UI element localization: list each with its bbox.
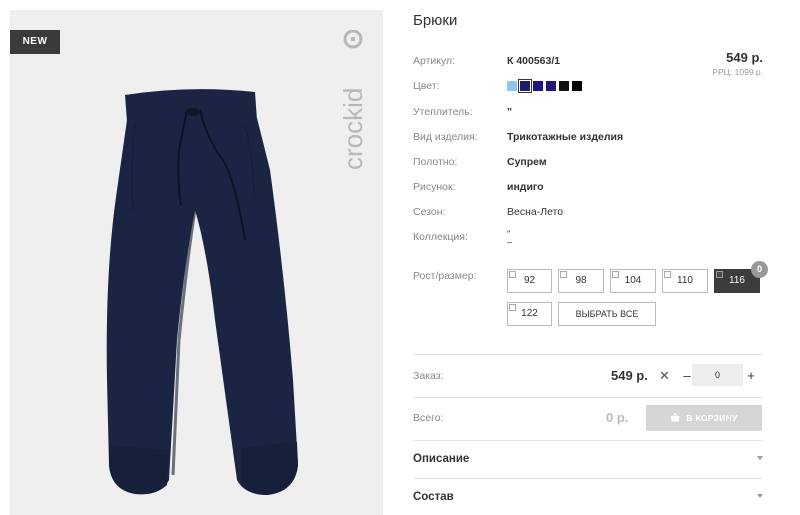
collection-value-line2: – (507, 237, 513, 247)
size-option-92[interactable]: 92 (507, 269, 552, 293)
pattern-value: индиго (507, 181, 544, 193)
size-checkbox-icon (664, 271, 671, 278)
multiply-icon: ✕ (659, 368, 670, 383)
collection-label: Коллекция: (413, 231, 468, 243)
color-swatch-6[interactable] (572, 81, 582, 91)
size-checkbox-icon (560, 271, 567, 278)
new-badge: NEW (10, 30, 60, 54)
season-value: Весна-Лето (507, 206, 564, 218)
size-option-110[interactable]: 110 (662, 269, 708, 293)
color-swatch-4[interactable] (546, 81, 556, 91)
size-checkbox-icon (509, 271, 516, 278)
size-count-badge: 0 (751, 261, 768, 278)
product-photo (106, 89, 298, 495)
quantity-increase-button[interactable]: + (745, 368, 757, 383)
add-to-cart-button[interactable]: В КОРЗИНУ (646, 405, 762, 431)
product-price: 549 р. (726, 50, 763, 65)
order-unit-price: 549 р. (611, 368, 648, 383)
color-swatch-5[interactable] (559, 81, 569, 91)
product-info: Брюки Артикул: К 400563/1 549 р. РРЦ: 10… (413, 0, 768, 515)
item-type-value: Трикотажные изделия (507, 131, 624, 143)
divider (413, 440, 763, 441)
accordion-composition-label: Состав (413, 491, 454, 503)
chevron-down-icon (757, 494, 763, 498)
accordion-description-label: Описание (413, 453, 470, 465)
article-label: Артикул: (413, 55, 456, 67)
color-swatch-1[interactable] (507, 81, 517, 91)
order-label: Заказ: (413, 370, 444, 382)
product-image-panel: NEW crockid (10, 10, 383, 515)
quantity-input[interactable] (692, 364, 743, 386)
item-type-label: Вид изделия: (413, 131, 478, 143)
size-option-98[interactable]: 98 (558, 269, 604, 293)
divider (413, 354, 763, 355)
color-swatch-2[interactable] (518, 79, 532, 93)
color-label: Цвет: (413, 80, 440, 92)
total-label: Всего: (413, 412, 444, 424)
size-checkbox-icon (612, 271, 619, 278)
season-label: Сезон: (413, 206, 446, 218)
accordion-composition[interactable]: Состав (413, 486, 763, 512)
size-option-104[interactable]: 104 (610, 269, 656, 293)
fabric-label: Полотно: (413, 156, 458, 168)
color-swatches (507, 79, 582, 93)
brand-logo: crockid (340, 30, 368, 170)
color-swatch-3[interactable] (533, 81, 543, 91)
insulation-value: " (507, 106, 512, 118)
pattern-label: Рисунок: (413, 181, 456, 193)
fabric-value: Супрем (507, 156, 547, 168)
brand-logo-text: crockid (340, 88, 368, 170)
select-all-sizes-button[interactable]: ВЫБРАТЬ ВСЕ (558, 302, 656, 326)
chevron-down-icon (757, 456, 763, 460)
rrp-price: РРЦ: 1099 р. (712, 67, 763, 77)
product-title: Брюки (413, 12, 458, 29)
size-option-122[interactable]: 122 (507, 302, 552, 326)
total-sum: 0 р. (606, 410, 629, 425)
divider (413, 478, 763, 479)
accordion-description[interactable]: Описание (413, 448, 763, 474)
add-to-cart-label: В КОРЗИНУ (686, 413, 738, 423)
divider (413, 397, 763, 398)
size-checkbox-icon (509, 304, 516, 311)
article-value: К 400563/1 (507, 55, 561, 67)
insulation-label: Утеплитель: (413, 106, 473, 118)
shopping-basket-icon (670, 413, 680, 422)
size-checkbox-icon (716, 271, 723, 278)
size-label: Рост/размер: (413, 270, 477, 282)
